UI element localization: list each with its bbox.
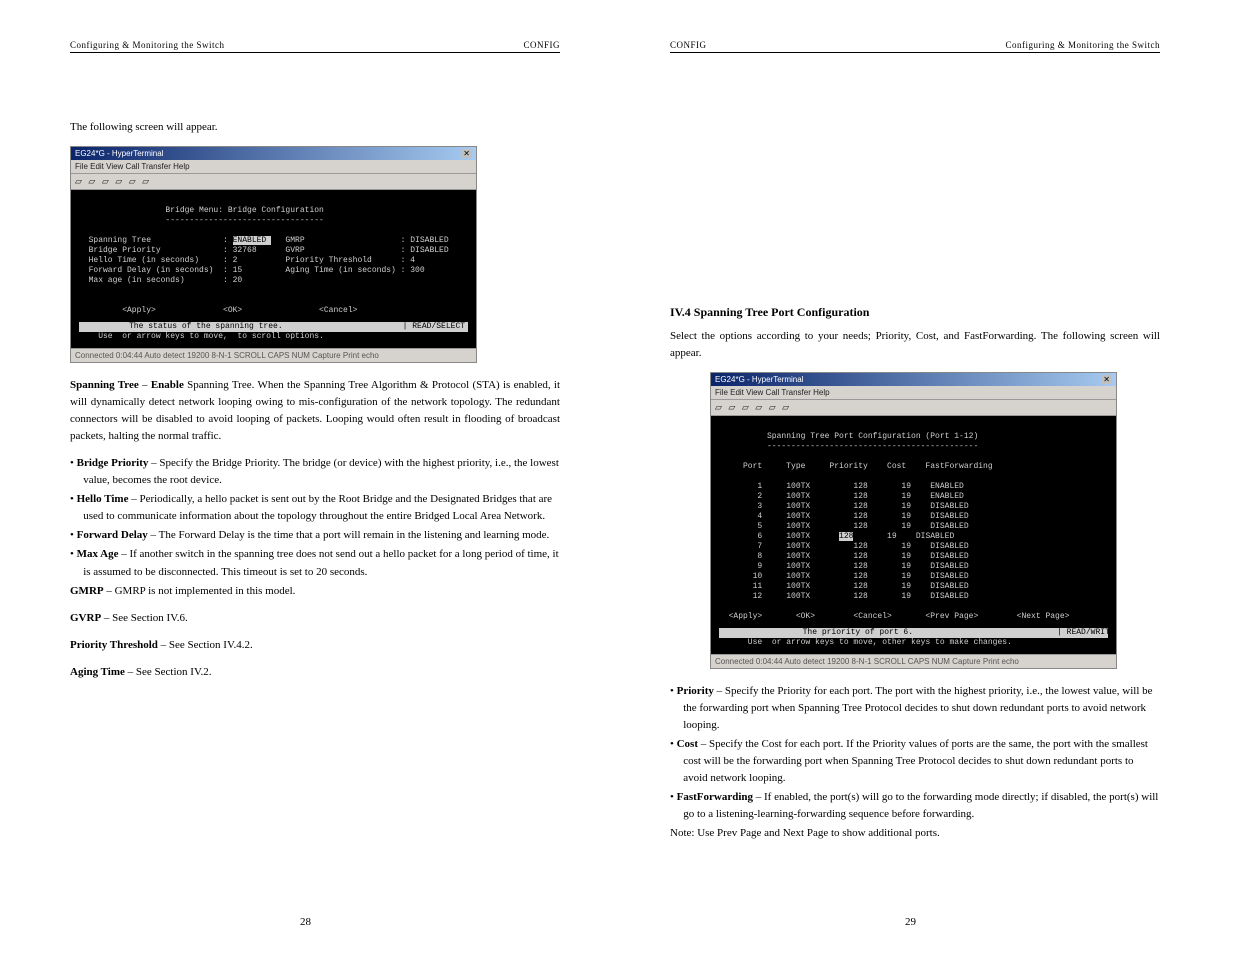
hdr-left-rule [70,52,560,53]
left-p-gvrp: GVRP – See Section IV.6. [70,610,560,627]
left-ss-menubar: File Edit View Call Transfer Help [71,160,476,174]
left-b-forwarddelay: Forward Delay – The Forward Delay is the… [70,527,560,544]
right-ss-menubar: File Edit View Call Transfer Help [711,386,1116,400]
left-ss-title: EG24*G - HyperTerminal [75,149,163,158]
hdr-left-tag: CONFIG [523,40,560,50]
right-ss-toolbar: ▱ ▱ ▱ ▱ ▱ ▱ [711,400,1116,416]
left-p-pt: Priority Threshold – See Section IV.4.2. [70,637,560,654]
left-intro: The following screen will appear. [70,119,560,136]
left-p-at: Aging Time – See Section IV.2. [70,664,560,681]
left-b-bridgepriority: Bridge Priority – Specify the Bridge Pri… [70,455,560,489]
right-sec-title: IV.4 Spanning Tree Port Configuration [670,305,1160,320]
right-screenshot: EG24*G - HyperTerminal ✕ File Edit View … [710,372,1117,669]
right-b-cost: Cost – Specify the Cost for each port. I… [670,736,1160,787]
right-b-priority: Priority – Specify the Priority for each… [670,683,1160,734]
hdr-right-rule [670,52,1160,53]
left-p-gmrp: GMRP – GMRP is not implemented in this m… [70,583,560,600]
right-p1: Select the options according to your nee… [670,328,1160,362]
left-ss-toolbar: ▱ ▱ ▱ ▱ ▱ ▱ [71,174,476,190]
right-ss-status: Connected 0:04:44 Auto detect 19200 8-N-… [711,654,1116,668]
close-icon: ✕ [1101,375,1112,384]
left-ss-body: Bridge Menu: Bridge Configuration ------… [71,190,476,348]
right-b-fastfwd: FastForwarding – If enabled, the port(s)… [670,789,1160,823]
left-screenshot: EG24*G - HyperTerminal ✕ File Edit View … [70,146,477,363]
page-number-right: 29 [905,916,916,928]
hdr-right-title: Configuring & Monitoring the Switch [1006,40,1161,50]
right-note: Note: Use Prev Page and Next Page to sho… [670,825,1160,842]
hdr-right-tag: CONFIG [670,40,707,50]
left-b-maxage: Max Age – If another switch in the spann… [70,546,560,580]
left-ss-status: Connected 0:04:44 Auto detect 19200 8-N-… [71,348,476,362]
left-b-hellotime: Hello Time – Periodically, a hello packe… [70,491,560,525]
hdr-left-title: Configuring & Monitoring the Switch [70,40,225,50]
left-ss-titlebar: EG24*G - HyperTerminal ✕ [71,147,476,160]
page-number-left: 28 [300,916,311,928]
right-ss-body: Spanning Tree Port Configuration (Port 1… [711,416,1116,654]
close-icon: ✕ [461,149,472,158]
left-p-spanningtree: Spanning Tree – Enable Spanning Tree. Wh… [70,377,560,445]
right-ss-titlebar: EG24*G - HyperTerminal ✕ [711,373,1116,386]
right-ss-title: EG24*G - HyperTerminal [715,375,803,384]
